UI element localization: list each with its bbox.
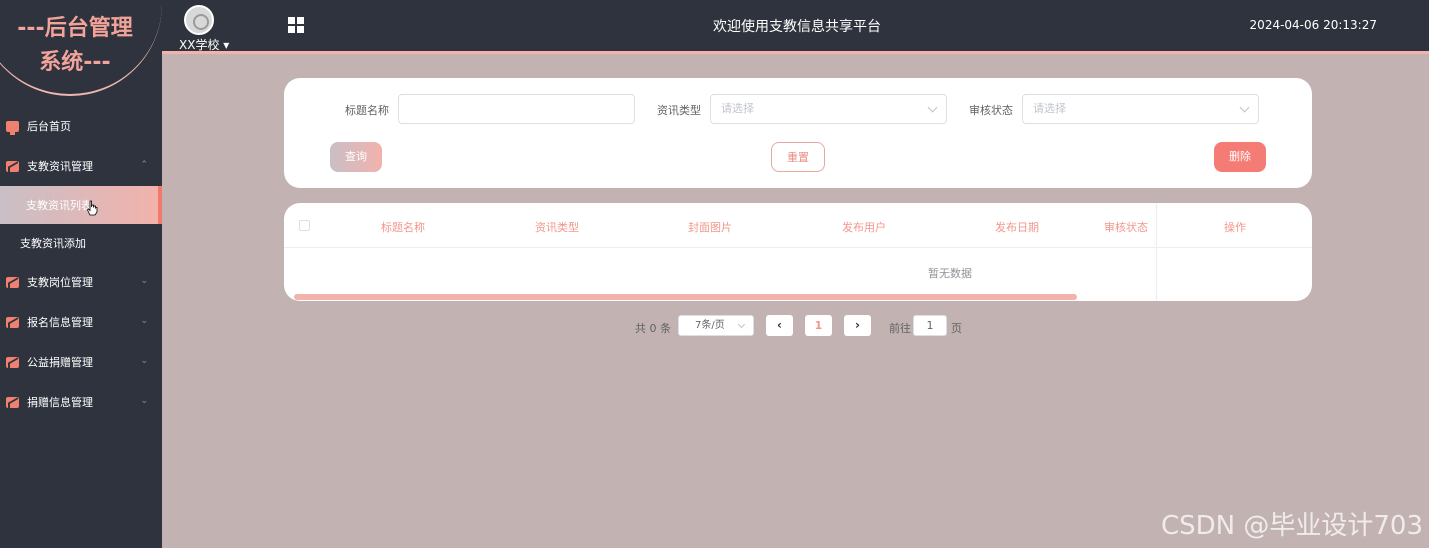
chevron-down-icon: ⌄ [140, 396, 148, 406]
chevron-up-icon: ⌃ [140, 160, 148, 170]
goto-page-input[interactable]: 1 [913, 315, 947, 336]
type-label: 资讯类型 [657, 104, 701, 117]
sidebar-item-label: 支教资讯管理 [27, 160, 93, 173]
top-header: XX学校 ▾ 欢迎使用支教信息共享平台 2024-04-06 20:13:27 [162, 0, 1429, 54]
sidebar-item-dashboard[interactable]: 后台首页 [0, 106, 162, 146]
sidebar-item-label: 捐赠信息管理 [27, 396, 93, 409]
watermark: CSDN @毕业设计703 [1160, 511, 1423, 541]
sidebar-menu: 后台首页 支教资讯管理 ⌃ 支教资讯列表 支教资讯添加 支教岗位管理 ⌄ 报名信… [0, 106, 162, 422]
sidebar: ---后台管理 系统--- 后台首页 支教资讯管理 ⌃ 支教资讯列表 支教资讯添… [0, 0, 162, 548]
column-header-actions: 操作 [1224, 221, 1246, 234]
hand-cursor-icon [87, 200, 98, 216]
chart-icon [6, 276, 19, 288]
chart-icon [6, 316, 19, 328]
horizontal-scrollbar[interactable] [294, 294, 1077, 300]
chevron-down-icon [1239, 102, 1250, 113]
type-select-placeholder: 请选择 [721, 102, 754, 115]
status-label: 审核状态 [969, 104, 1013, 117]
query-button[interactable]: 查询 [330, 142, 382, 172]
sidebar-item-label: 公益捐赠管理 [27, 356, 93, 369]
sidebar-item-label: 支教岗位管理 [27, 276, 93, 289]
search-panel: 标题名称 资讯类型 请选择 审核状态 请选择 查询 重置 删除 [284, 78, 1312, 188]
sidebar-item-donation-management[interactable]: 公益捐赠管理 ⌄ [0, 342, 162, 382]
page-size-select[interactable]: 7条/页 [678, 315, 754, 336]
sidebar-item-label: 报名信息管理 [27, 316, 93, 329]
chart-icon [6, 396, 19, 408]
sidebar-item-label: 后台首页 [27, 120, 71, 133]
chevron-down-icon: ⌄ [140, 276, 148, 286]
fixed-column-divider [1156, 203, 1157, 301]
chevron-down-icon: ⌄ [140, 316, 148, 326]
page-title: 欢迎使用支教信息共享平台 [713, 19, 881, 35]
goto-label: 前往 [889, 322, 911, 335]
status-select-placeholder: 请选择 [1033, 102, 1066, 115]
status-select[interactable]: 请选择 [1022, 94, 1259, 124]
sidebar-item-label: 支教资讯添加 [20, 237, 86, 250]
sidebar-item-post-management[interactable]: 支教岗位管理 ⌄ [0, 262, 162, 302]
school-dropdown[interactable]: XX学校 ▾ [179, 36, 229, 53]
chevron-down-icon: ⌄ [140, 356, 148, 366]
title-label: 标题名称 [345, 104, 389, 117]
sidebar-item-donation-info-management[interactable]: 捐赠信息管理 ⌄ [0, 382, 162, 422]
reset-button[interactable]: 重置 [771, 142, 825, 172]
sidebar-subitem-news-list[interactable]: 支教资讯列表 [0, 186, 162, 224]
datetime-display: 2024-04-06 20:13:27 [1249, 18, 1377, 32]
title-input[interactable] [398, 94, 635, 124]
column-header-cover[interactable]: 封面图片 [688, 219, 732, 235]
sidebar-item-label: 支教资讯列表 [26, 199, 92, 212]
column-header-date[interactable]: 发布日期 [995, 219, 1039, 235]
page-unit-label: 页 [951, 322, 962, 335]
next-page-button[interactable]: › [844, 315, 871, 336]
chart-icon [6, 160, 19, 172]
pagination-total: 共 0 条 [635, 322, 671, 335]
page-number-1[interactable]: 1 [805, 315, 832, 336]
select-all-checkbox[interactable] [299, 220, 310, 231]
sidebar-subitem-news-add[interactable]: 支教资讯添加 [0, 224, 162, 262]
column-header-status[interactable]: 审核状态 [1104, 219, 1148, 235]
logo-line-1: ---后台管理 [17, 16, 133, 41]
sidebar-item-news-management[interactable]: 支教资讯管理 ⌃ [0, 146, 162, 186]
page-size-value: 7条/页 [695, 320, 725, 331]
table-header: 标题名称 资讯类型 封面图片 发布用户 发布日期 审核状态 操作 [284, 203, 1312, 248]
column-header-type[interactable]: 资讯类型 [535, 219, 579, 235]
sidebar-item-signup-management[interactable]: 报名信息管理 ⌄ [0, 302, 162, 342]
data-table: 标题名称 资讯类型 封面图片 发布用户 发布日期 审核状态 操作 暂无数据 [284, 203, 1312, 301]
chart-icon [6, 356, 19, 368]
logo-line-2: 系统--- [39, 50, 111, 75]
prev-page-button[interactable]: ‹ [766, 315, 793, 336]
chevron-down-icon [927, 102, 938, 113]
type-select[interactable]: 请选择 [710, 94, 947, 124]
empty-state: 暂无数据 [928, 267, 972, 280]
column-header-title[interactable]: 标题名称 [381, 219, 425, 235]
chevron-down-icon [737, 320, 746, 329]
delete-button[interactable]: 删除 [1214, 142, 1266, 172]
app-logo: ---后台管理 系统--- [0, 12, 150, 80]
column-header-publisher[interactable]: 发布用户 [842, 219, 886, 235]
monitor-icon [6, 120, 19, 135]
